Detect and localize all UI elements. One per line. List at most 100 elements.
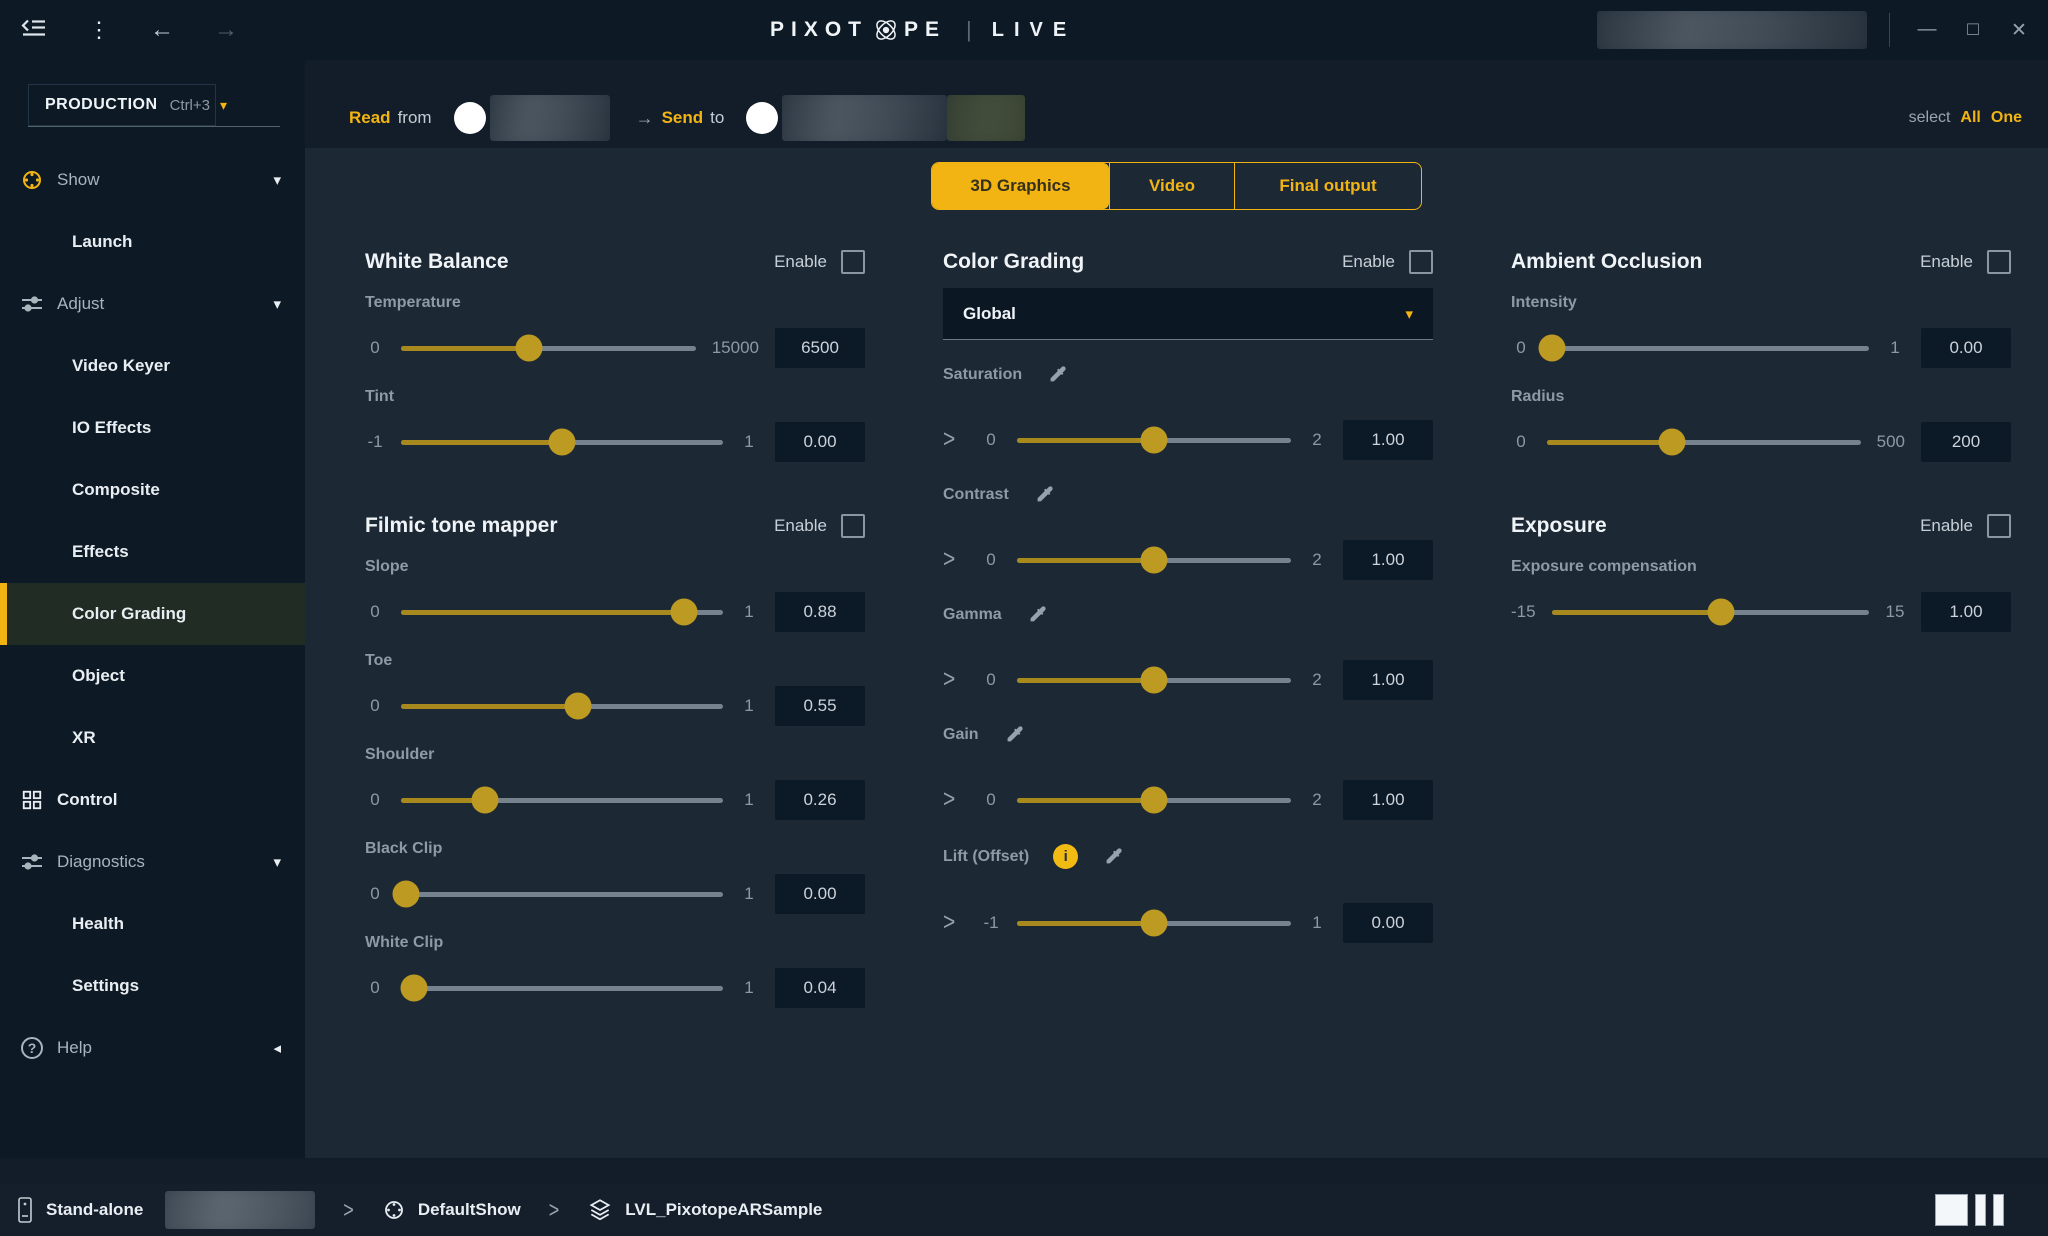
minimize-button[interactable]: — — [1912, 19, 1942, 41]
slider-thumb[interactable] — [1707, 599, 1734, 626]
white-balance-enable-checkbox[interactable] — [841, 250, 865, 274]
sidebar-item-health[interactable]: Health — [0, 893, 305, 955]
machine-name-redacted[interactable] — [165, 1191, 315, 1229]
saturation-value-input[interactable]: 1.00 — [1343, 420, 1433, 460]
contrast-value-input[interactable]: 1.00 — [1343, 540, 1433, 580]
layout-side-panel-toggle-2[interactable] — [1993, 1194, 2004, 1226]
temperature-slider[interactable] — [401, 346, 696, 351]
tint-slider[interactable] — [401, 440, 723, 445]
toe-slider[interactable] — [401, 704, 723, 709]
sidebar-item-video-keyer[interactable]: Video Keyer — [0, 335, 305, 397]
lift-offset-slider[interactable] — [1017, 921, 1291, 926]
slider-thumb[interactable] — [515, 335, 542, 362]
production-selector[interactable]: PRODUCTION Ctrl+3 ▾ — [28, 84, 216, 126]
slider-thumb[interactable] — [1141, 547, 1168, 574]
sidebar-item-effects[interactable]: Effects — [0, 521, 305, 583]
exposure-compensation-slider[interactable] — [1552, 610, 1869, 615]
show-name-label[interactable]: DefaultShow — [418, 1200, 521, 1220]
expand-chevron-icon[interactable]: > — [943, 786, 965, 815]
eyedropper-icon[interactable] — [1033, 484, 1055, 506]
read-from-toggle[interactable] — [454, 102, 486, 134]
slider-thumb[interactable] — [671, 599, 698, 626]
filmic-enable-checkbox[interactable] — [841, 514, 865, 538]
color-grading-enable-checkbox[interactable] — [1409, 250, 1433, 274]
white-clip-value-input[interactable]: 0.04 — [775, 968, 865, 1008]
eyedropper-icon[interactable] — [1102, 846, 1124, 868]
sidebar-item-io-effects[interactable]: IO Effects — [0, 397, 305, 459]
sidebar-item-diagnostics[interactable]: Diagnostics ▾ — [0, 831, 305, 893]
sidebar-item-xr[interactable]: XR — [0, 707, 305, 769]
sidebar-item-settings[interactable]: Settings — [0, 955, 305, 1017]
color-grading-scope-dropdown[interactable]: Global ▾ — [943, 288, 1433, 340]
layout-side-panel-toggle[interactable] — [1975, 1194, 1986, 1226]
contrast-slider[interactable] — [1017, 558, 1291, 563]
info-icon[interactable]: i — [1053, 844, 1078, 869]
slider-thumb[interactable] — [1659, 429, 1686, 456]
gamma-value-input[interactable]: 1.00 — [1343, 660, 1433, 700]
forward-button[interactable]: → — [214, 18, 238, 42]
gamma-slider[interactable] — [1017, 678, 1291, 683]
sidebar-item-show[interactable]: Show ▾ — [0, 149, 305, 211]
slope-value-input[interactable]: 0.88 — [775, 592, 865, 632]
sidebar-item-launch[interactable]: Launch — [0, 211, 305, 273]
lift-offset-value-input[interactable]: 0.00 — [1343, 903, 1433, 943]
kebab-menu-button[interactable]: ⋮ — [88, 17, 110, 43]
sidebar-item-object[interactable]: Object — [0, 645, 305, 707]
layout-main-panel-toggle[interactable] — [1935, 1194, 1968, 1226]
expand-chevron-icon[interactable]: > — [943, 426, 965, 455]
intensity-slider[interactable] — [1547, 346, 1869, 351]
sidebar-collapse-button[interactable] — [20, 17, 48, 44]
black-clip-slider[interactable] — [401, 892, 723, 897]
select-one-link[interactable]: One — [1991, 109, 2022, 127]
read-from-machine-redacted[interactable] — [490, 95, 610, 141]
radius-slider[interactable] — [1547, 440, 1861, 445]
tint-value-input[interactable]: 0.00 — [775, 422, 865, 462]
expand-chevron-icon[interactable]: > — [943, 546, 965, 575]
slider-thumb[interactable] — [549, 429, 576, 456]
eyedropper-icon[interactable] — [1026, 604, 1048, 626]
sidebar-item-help[interactable]: ? Help ◂ — [0, 1017, 305, 1079]
select-all-link[interactable]: All — [1960, 109, 1980, 127]
eyedropper-icon[interactable] — [1003, 724, 1025, 746]
eyedropper-icon[interactable] — [1046, 364, 1068, 386]
tab-final-output[interactable]: Final output — [1234, 163, 1421, 209]
gain-value-input[interactable]: 1.00 — [1343, 780, 1433, 820]
slider-thumb[interactable] — [1141, 427, 1168, 454]
temperature-value-input[interactable]: 6500 — [775, 328, 865, 368]
saturation-slider[interactable] — [1017, 438, 1291, 443]
tab-video[interactable]: Video — [1109, 163, 1234, 209]
slider-thumb[interactable] — [1141, 787, 1168, 814]
toe-value-input[interactable]: 0.55 — [775, 686, 865, 726]
maximize-button[interactable]: □ — [1958, 19, 1988, 41]
sidebar-item-color-grading[interactable]: Color Grading — [0, 583, 305, 645]
radius-value-input[interactable]: 200 — [1921, 422, 2011, 462]
exposure-enable-checkbox[interactable] — [1987, 514, 2011, 538]
ambient-occlusion-enable-checkbox[interactable] — [1987, 250, 2011, 274]
shoulder-slider[interactable] — [401, 798, 723, 803]
black-clip-value-input[interactable]: 0.00 — [775, 874, 865, 914]
slope-slider[interactable] — [401, 610, 723, 615]
expand-chevron-icon[interactable]: > — [943, 909, 965, 938]
slider-thumb[interactable] — [1141, 910, 1168, 937]
send-to-toggle[interactable] — [746, 102, 778, 134]
tab-3d-graphics[interactable]: 3D Graphics — [932, 163, 1109, 209]
machine-mode-label[interactable]: Stand-alone — [46, 1200, 143, 1220]
sidebar-item-composite[interactable]: Composite — [0, 459, 305, 521]
send-to-machine-redacted[interactable] — [782, 95, 947, 141]
slider-thumb[interactable] — [1141, 667, 1168, 694]
shoulder-value-input[interactable]: 0.26 — [775, 780, 865, 820]
slider-thumb[interactable] — [392, 881, 419, 908]
slider-thumb[interactable] — [471, 787, 498, 814]
slider-thumb[interactable] — [565, 693, 592, 720]
sidebar-item-adjust[interactable]: Adjust ▾ — [0, 273, 305, 335]
slider-thumb[interactable] — [1538, 335, 1565, 362]
sidebar-item-control[interactable]: Control — [0, 769, 305, 831]
close-button[interactable]: ✕ — [2004, 19, 2034, 42]
redacted-account-box[interactable] — [1597, 11, 1867, 49]
intensity-value-input[interactable]: 0.00 — [1921, 328, 2011, 368]
level-name-label[interactable]: LVL_PixotopeARSample — [625, 1200, 822, 1220]
white-clip-slider[interactable] — [401, 986, 723, 991]
expand-chevron-icon[interactable]: > — [943, 666, 965, 695]
gain-slider[interactable] — [1017, 798, 1291, 803]
exposure-compensation-value-input[interactable]: 1.00 — [1921, 592, 2011, 632]
